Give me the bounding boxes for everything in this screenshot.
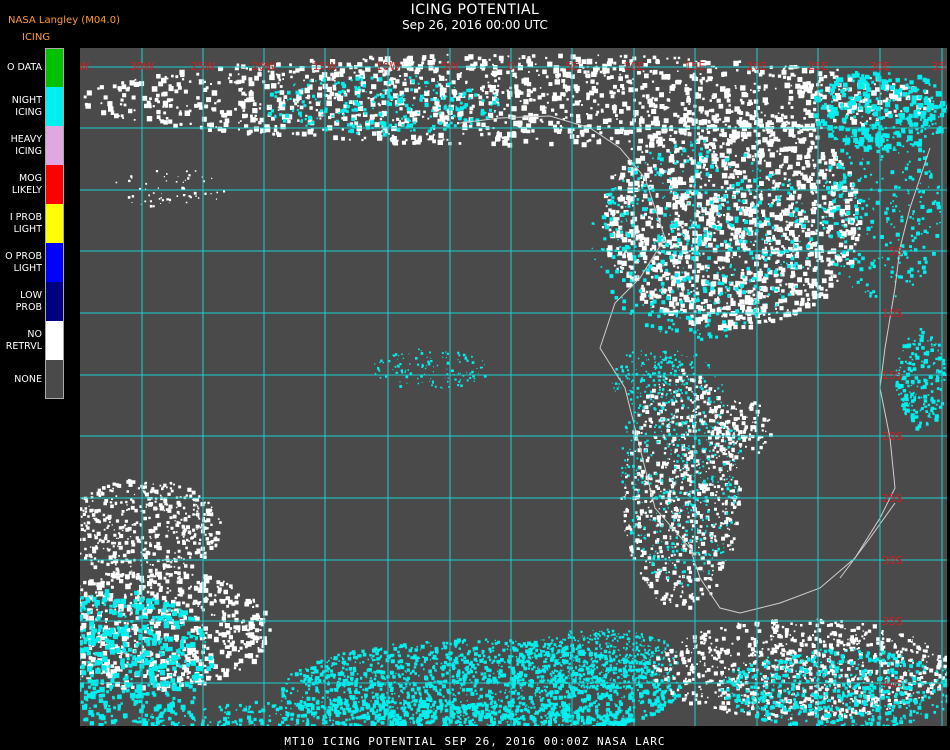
- cloud-layer: [80, 53, 947, 726]
- legend-label: MOG LIKELY: [11, 172, 42, 196]
- legend-label: NONE: [14, 373, 42, 385]
- map-timestamp: Sep 26, 2016 00:00 UTC: [402, 18, 548, 32]
- lat-label: 10S: [882, 307, 903, 320]
- lat-label: 15S: [882, 369, 903, 382]
- cloud-patch: [115, 170, 226, 208]
- cloud-patch: [80, 478, 222, 582]
- cloud-patch: [620, 350, 742, 587]
- legend-frame: [45, 48, 64, 399]
- lon-label: 10W: [376, 60, 401, 73]
- cloud-patch: [374, 348, 487, 389]
- lon-label: 20W: [252, 60, 277, 73]
- lat-label: 20S: [882, 430, 903, 443]
- lon-label: 30W: [130, 60, 155, 73]
- legend-label: O PROB LIGHT: [5, 250, 42, 274]
- cloud-patch: [651, 618, 947, 721]
- lon-label: 15W: [313, 60, 338, 73]
- legend-label: I PROB LIGHT: [9, 211, 42, 235]
- icing-map[interactable]: 35W 30W 25W 20W 15W 10W 5W 0 5E 10E 15E 20E 25E 30E 35…: [80, 48, 947, 726]
- lat-label: 35S: [882, 615, 903, 628]
- lon-label: 35E: [932, 60, 947, 73]
- legend-label: HEAVY ICING: [10, 133, 42, 157]
- legend-label: NIGHT ICING: [11, 94, 42, 118]
- legend-label: O DATA: [7, 61, 42, 73]
- legend-label: NO RETRVL: [5, 328, 42, 352]
- cloud-patch: [80, 568, 272, 692]
- lon-label: 25W: [191, 60, 216, 73]
- lon-label: 10E: [624, 60, 645, 73]
- lon-label: 30E: [870, 60, 891, 73]
- lon-label: 0: [508, 60, 515, 73]
- lon-label: 15E: [685, 60, 706, 73]
- lon-label: 20E: [747, 60, 768, 73]
- lat-label: 5S: [889, 245, 903, 258]
- lat-label: 40S: [882, 677, 903, 690]
- lat-label: 25S: [882, 492, 903, 505]
- footer-caption: MT10 ICING POTENTIAL SEP 26, 2016 00:00Z…: [284, 735, 666, 748]
- map-canvas: 35W 30W 25W 20W 15W 10W 5W 0 5E 10E 15E 20E 25E 30E 35…: [80, 48, 947, 726]
- lon-label: 35W: [80, 60, 90, 73]
- legend-title: ICING: [22, 32, 51, 43]
- lat-label: 30S: [882, 554, 903, 567]
- legend-label: LOW PROB: [15, 289, 42, 313]
- map-title: ICING POTENTIAL: [410, 2, 540, 18]
- lon-label: 25E: [808, 60, 829, 73]
- lon-label: 5E: [565, 60, 579, 73]
- lon-label: 5W: [441, 60, 459, 73]
